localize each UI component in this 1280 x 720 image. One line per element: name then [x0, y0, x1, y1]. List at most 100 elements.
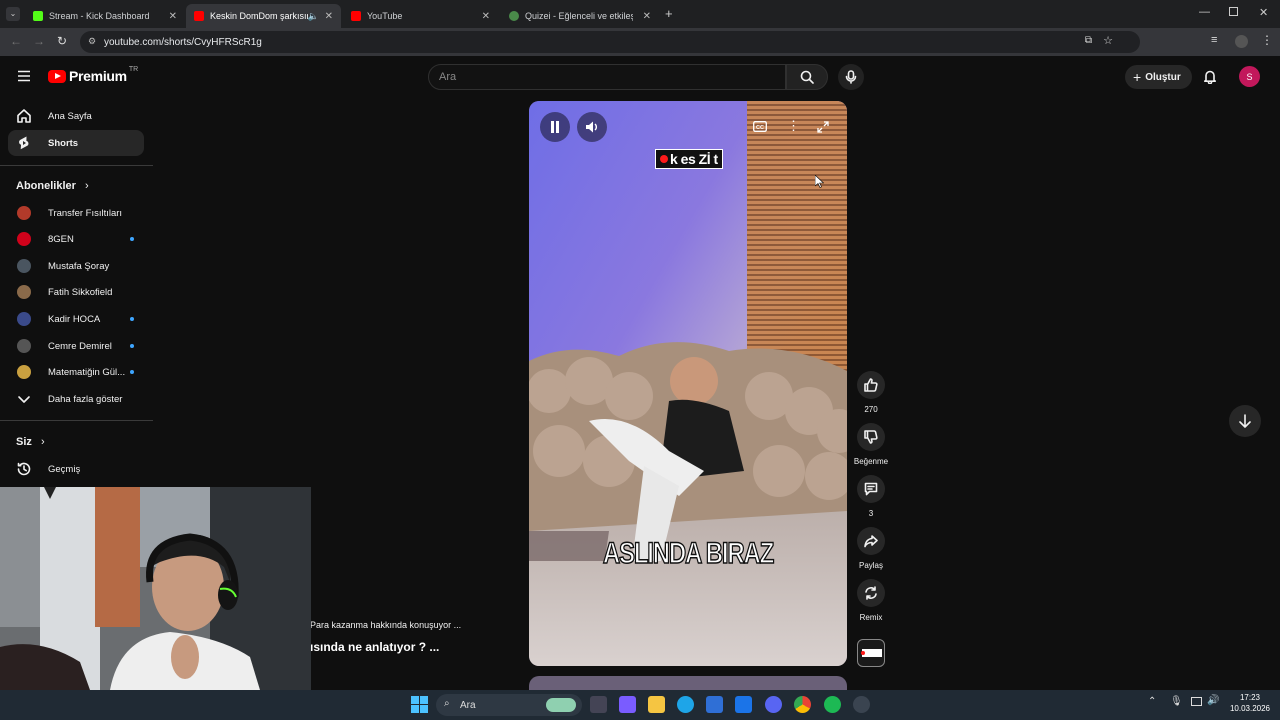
tab-youtube[interactable]: YouTube ✕: [343, 4, 498, 28]
comment-icon: [864, 482, 878, 496]
channel-watermark-logo: k es Zİ t: [655, 149, 723, 169]
windows-start-icon[interactable]: [411, 696, 428, 713]
taskbar-search-input[interactable]: ⌕ Ara: [436, 694, 582, 716]
notifications-bell-icon[interactable]: [1203, 69, 1217, 84]
channel-avatar: [17, 259, 31, 273]
sidebar: Ana Sayfa Shorts Abonelikler › Transfer …: [0, 98, 153, 488]
maximize-icon[interactable]: [1229, 7, 1238, 16]
taskbar-clock[interactable]: 17:23 10.03.2026: [1225, 692, 1275, 714]
search-highlight-icon: [546, 698, 576, 712]
close-icon[interactable]: ✕: [169, 11, 177, 22]
plus-icon: +: [1133, 69, 1142, 85]
mouse-cursor-icon: [815, 175, 824, 188]
bookmark-star-icon[interactable]: ☆: [1103, 34, 1113, 47]
profile-avatar[interactable]: [1235, 35, 1248, 48]
you-header[interactable]: Siz ›: [16, 436, 45, 448]
subscriptions-header[interactable]: Abonelikler ›: [16, 180, 89, 192]
store-icon[interactable]: [706, 696, 723, 713]
close-icon[interactable]: ✕: [482, 11, 490, 22]
show-more-button[interactable]: Daha fazla göster: [8, 386, 144, 412]
task-view-icon[interactable]: [590, 696, 607, 713]
media-control-icon[interactable]: ≡: [1211, 34, 1217, 46]
sidebar-item-cemre-demirel[interactable]: Cemre Demirel: [8, 333, 144, 359]
close-icon[interactable]: ✕: [643, 11, 651, 22]
sidebar-item-shorts[interactable]: Shorts: [8, 130, 144, 156]
next-short-button[interactable]: [1229, 405, 1261, 437]
file-explorer-icon[interactable]: [648, 696, 665, 713]
history-icon: [17, 462, 31, 476]
sidebar-item-kadir-hoca[interactable]: Kadir HOCA: [8, 306, 144, 332]
sidebar-item-transfer-fisiltilari[interactable]: Transfer Fısıltıları: [8, 200, 144, 226]
new-tab-button[interactable]: +: [665, 6, 673, 21]
browser-toolbar: ← → ↻ ⚙ youtube.com/shorts/CvyHFRScR1g ⧉…: [0, 28, 1280, 56]
more-options-icon[interactable]: ⋮: [787, 118, 800, 134]
search-input[interactable]: Ara: [428, 64, 786, 90]
tab-keskin-domdom[interactable]: Keskin DomDom şarkısında 🔈 ✕: [186, 4, 341, 28]
close-window-icon[interactable]: ✕: [1259, 6, 1268, 19]
speaker-icon[interactable]: 🔈: [308, 11, 319, 22]
chevron-up-icon[interactable]: ⌃: [1148, 696, 1156, 707]
new-content-dot: [130, 344, 134, 348]
sidebar-item-matematigin-gulu[interactable]: Matematiğin Gül...: [8, 359, 144, 385]
sidebar-item-8gen[interactable]: 8GEN: [8, 226, 144, 252]
browser-tab-strip: ⌄ Stream - Kick Dashboard ✕ Keskin DomDo…: [0, 0, 1280, 28]
shorts-icon: [19, 136, 29, 150]
channel-avatar: [17, 339, 31, 353]
edge-icon[interactable]: [677, 696, 694, 713]
like-count: 270: [864, 405, 878, 414]
menu-icon[interactable]: [17, 70, 31, 82]
tab-quizei[interactable]: Quizei - Eğlenceli ve etkileşimli ✕: [501, 4, 659, 28]
youtube-premium-logo[interactable]: Premium TR: [48, 66, 138, 84]
channel-avatar: [17, 206, 31, 220]
display-icon[interactable]: [1191, 697, 1202, 706]
channel-avatar: [17, 285, 31, 299]
search-icon: [800, 70, 814, 84]
settings-icon[interactable]: [853, 696, 870, 713]
volume-icon: [585, 121, 597, 133]
tab-search-button[interactable]: ⌄: [6, 7, 20, 21]
next-short-preview[interactable]: [529, 676, 847, 690]
volume-button[interactable]: [577, 112, 607, 142]
close-icon[interactable]: ✕: [325, 11, 333, 22]
shorts-video-player[interactable]: CC ⋮ k es Zİ t ASLINDA BIRAZ: [529, 101, 847, 666]
create-button[interactable]: + Oluştur: [1125, 65, 1192, 89]
voice-search-button[interactable]: [838, 64, 864, 90]
quizei-icon: [509, 11, 519, 21]
pause-icon: [551, 121, 559, 133]
channel-avatar: [17, 312, 31, 326]
browser-menu-icon[interactable]: ⋮: [1261, 33, 1273, 47]
address-field[interactable]: ⚙ youtube.com/shorts/CvyHFRScR1g ⧉ ☆: [80, 31, 1140, 53]
volume-tray-icon[interactable]: 🔊: [1207, 695, 1219, 706]
chrome-icon[interactable]: [794, 696, 811, 713]
microphone-tray-icon[interactable]: 🎙: [1170, 696, 1183, 707]
spotify-icon[interactable]: [824, 696, 841, 713]
captions-icon[interactable]: CC: [753, 121, 767, 132]
remix-button[interactable]: [857, 579, 885, 607]
pause-button[interactable]: [540, 112, 570, 142]
search-button[interactable]: [786, 64, 828, 90]
like-button[interactable]: [857, 371, 885, 399]
sidebar-item-history[interactable]: Geçmiş: [8, 456, 144, 482]
youtube-header: Premium TR Ara + Oluştur S: [0, 56, 1280, 98]
copilot-icon[interactable]: [619, 696, 636, 713]
comments-button[interactable]: [857, 475, 885, 503]
record-dot-icon: [660, 155, 668, 163]
back-icon[interactable]: ←: [10, 34, 22, 48]
install-icon[interactable]: ⧉: [1085, 35, 1092, 46]
site-info-icon[interactable]: ⚙: [88, 36, 96, 47]
sidebar-item-mustafa-soray[interactable]: Mustafa Şoray: [8, 253, 144, 279]
sidebar-item-home[interactable]: Ana Sayfa: [8, 103, 144, 129]
mail-icon[interactable]: [735, 696, 752, 713]
sound-source-thumbnail[interactable]: [857, 639, 885, 667]
discord-icon[interactable]: [765, 696, 782, 713]
sidebar-item-fatih-sikkofield[interactable]: Fatih Sikkofield: [8, 279, 144, 305]
forward-icon[interactable]: →: [33, 34, 45, 48]
fullscreen-icon[interactable]: [817, 121, 829, 133]
share-button[interactable]: [857, 527, 885, 555]
reload-icon[interactable]: ↻: [57, 34, 67, 48]
short-title[interactable]: ısında ne anlatıyor ? ...: [310, 640, 439, 654]
account-avatar[interactable]: S: [1239, 66, 1260, 87]
dislike-button[interactable]: [857, 423, 885, 451]
tab-kick-dashboard[interactable]: Stream - Kick Dashboard ✕: [25, 4, 185, 28]
minimize-icon[interactable]: —: [1199, 6, 1210, 18]
